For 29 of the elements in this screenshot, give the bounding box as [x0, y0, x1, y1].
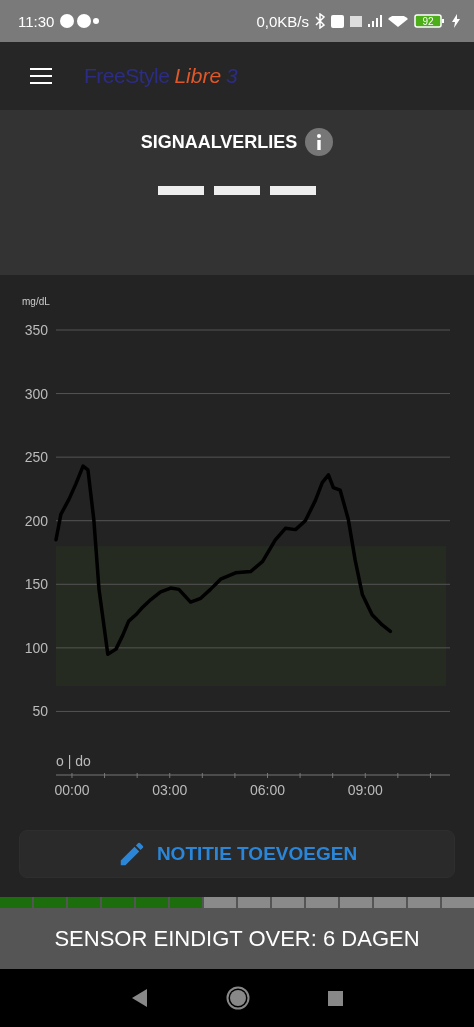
back-icon[interactable] [131, 989, 148, 1007]
charging-icon [452, 14, 460, 28]
y-tick-label: 50 [32, 703, 48, 720]
home-icon[interactable] [225, 986, 250, 1010]
y-tick-label: 200 [24, 512, 48, 529]
sensor-expiry-message: SENSOR EINDIGT OVER: 6 DAGEN [54, 925, 420, 952]
app-logo: FreeStyle Libre 3 [84, 64, 238, 88]
x-tick-label: 03:00 [152, 782, 188, 798]
add-note-button[interactable]: NOTITIE TOEVOEGEN [19, 829, 455, 878]
y-tick-label: 100 [24, 639, 48, 656]
menu-icon[interactable] [30, 68, 52, 84]
y-tick-label: 300 [24, 385, 48, 402]
recents-icon[interactable] [327, 990, 343, 1006]
day-label: o | do [56, 753, 91, 769]
info-icon[interactable] [305, 128, 334, 156]
signal-icon [368, 15, 382, 27]
network-speed: 0,0KB/s [256, 12, 309, 30]
reading-status: SIGNAALVERLIES [140, 131, 298, 153]
clock: 11:30 [18, 12, 55, 30]
axis-unit: mg/dL [22, 296, 50, 307]
y-tick-label: 150 [24, 576, 48, 593]
x-tick-label: 09:00 [347, 782, 383, 798]
y-tick-label: 350 [24, 322, 48, 338]
x-tick-label: 06:00 [250, 782, 286, 798]
bluetooth-icon [315, 13, 325, 29]
x-tick-label: 00:00 [54, 782, 90, 798]
y-tick-label: 250 [24, 449, 48, 466]
notification-icon [60, 13, 101, 29]
wifi-icon [388, 15, 408, 27]
